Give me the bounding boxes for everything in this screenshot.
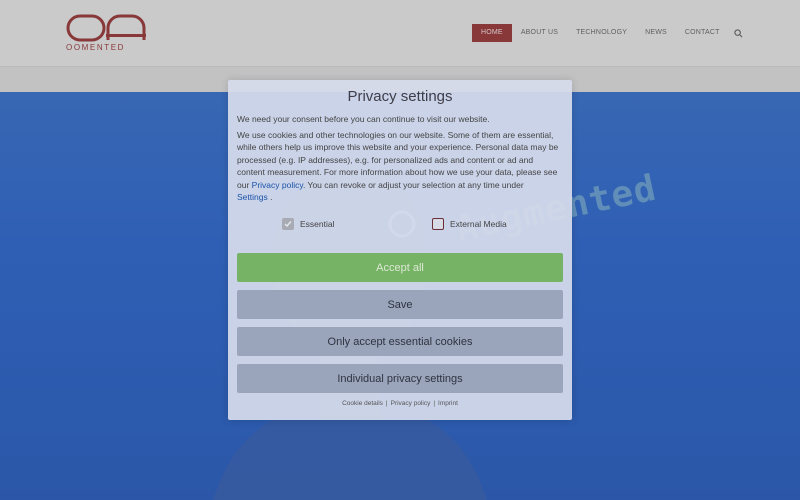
imprint-link[interactable]: Imprint bbox=[438, 400, 458, 407]
dialog-title: Privacy settings bbox=[347, 88, 453, 105]
settings-link[interactable]: Settings bbox=[237, 192, 268, 202]
essential-label: Essential bbox=[300, 219, 335, 229]
body-text-part: . You can revoke or adjust your selectio… bbox=[302, 179, 524, 190]
dialog-body-text: We use cookies and other technologies on… bbox=[237, 129, 563, 203]
dialog-footer-links: Cookie details | Privacy policy | Imprint bbox=[228, 400, 572, 407]
consent-checkboxes: Essential External Media bbox=[228, 218, 572, 232]
body-text-part: . bbox=[267, 192, 273, 203]
checkbox-unchecked-icon bbox=[432, 218, 444, 230]
essential-checkbox[interactable]: Essential bbox=[282, 218, 335, 230]
privacy-policy-footer-link[interactable]: Privacy policy bbox=[391, 400, 431, 407]
accept-all-button[interactable]: Accept all bbox=[237, 253, 563, 282]
checkbox-checked-icon bbox=[282, 218, 294, 230]
only-essential-button[interactable]: Only accept essential cookies bbox=[237, 327, 563, 356]
privacy-settings-dialog: Privacy settings We need your consent be… bbox=[228, 80, 572, 420]
individual-settings-button[interactable]: Individual privacy settings bbox=[237, 364, 563, 393]
external-media-checkbox[interactable]: External Media bbox=[432, 218, 507, 230]
cookie-details-link[interactable]: Cookie details bbox=[342, 400, 383, 407]
external-media-label: External Media bbox=[450, 219, 507, 229]
separator: | bbox=[433, 400, 436, 407]
separator: | bbox=[385, 400, 388, 407]
privacy-policy-link[interactable]: Privacy policy bbox=[252, 180, 303, 190]
save-button[interactable]: Save bbox=[237, 290, 563, 319]
dialog-intro-text: We need your consent before you can cont… bbox=[237, 114, 490, 124]
